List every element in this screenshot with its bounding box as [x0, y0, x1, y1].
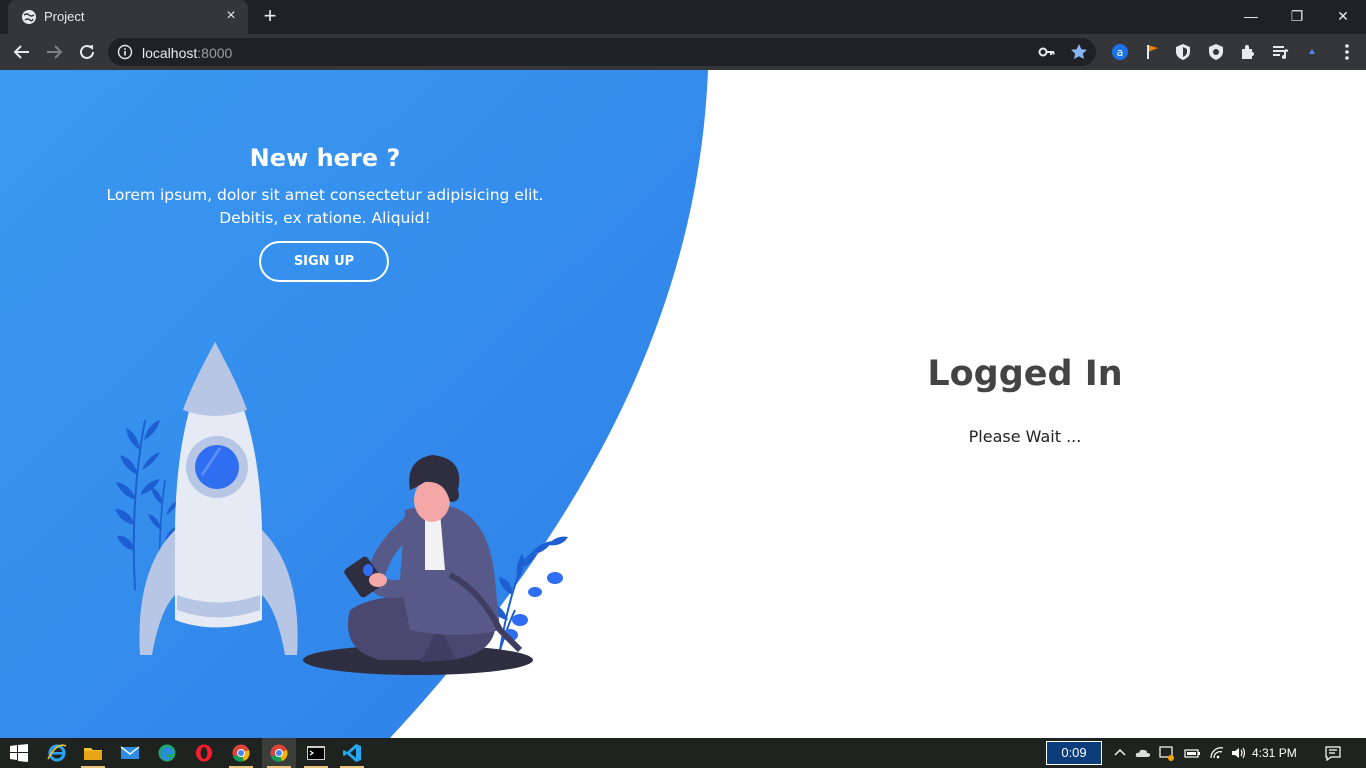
new-here-title: New here ? [249, 144, 401, 172]
chrome-alt-icon[interactable] [230, 742, 252, 764]
update-icon[interactable] [1158, 744, 1176, 762]
minimize-button[interactable]: — [1236, 5, 1266, 27]
person-with-phone-icon [303, 455, 533, 675]
svg-text:a: a [1117, 46, 1124, 59]
star-icon[interactable] [1069, 42, 1089, 62]
volume-icon[interactable] [1230, 744, 1248, 762]
sign-up-button[interactable]: SIGN UP [259, 241, 389, 282]
extension-a-icon[interactable]: a [1110, 42, 1130, 62]
forward-arrow-icon[interactable] [42, 40, 66, 64]
tab-close-button[interactable]: × [222, 7, 240, 25]
page-content: New here ? Lorem ipsum, dolor sit amet c… [0, 70, 1366, 738]
extension-flag-icon[interactable] [1143, 42, 1163, 62]
privacy-badger-icon[interactable] [1206, 42, 1226, 62]
logged-in-title: Logged In [927, 354, 1123, 394]
new-here-description: Lorem ipsum, dolor sit amet consectetur … [106, 186, 544, 227]
notifications-icon[interactable] [1324, 744, 1342, 762]
wifi-icon[interactable] [1208, 744, 1226, 762]
back-arrow-icon[interactable] [10, 40, 34, 64]
reload-icon[interactable] [75, 40, 99, 64]
browser-tabbar: Project × + — ❐ ✕ [0, 0, 1366, 34]
new-tab-button[interactable]: + [258, 5, 282, 29]
chevron-up-icon[interactable] [1111, 744, 1129, 762]
extension-triangle-icon[interactable] [1302, 42, 1322, 62]
clock[interactable]: 4:31 PM [1252, 746, 1297, 760]
onedrive-icon[interactable] [1134, 744, 1152, 762]
shield-icon[interactable] [1173, 42, 1193, 62]
timer-badge[interactable]: 0:09 [1046, 741, 1102, 765]
vscode-icon[interactable] [341, 742, 363, 764]
mail-icon[interactable] [119, 742, 141, 764]
command-prompt-icon[interactable] [305, 742, 327, 764]
url-text: localhost:8000 [142, 45, 232, 61]
key-icon[interactable] [1037, 42, 1057, 62]
browser-toolbar: localhost:8000 a [0, 34, 1366, 70]
rocket-illustration [115, 342, 568, 675]
globe-icon [22, 10, 36, 24]
media-queue-icon[interactable] [1270, 42, 1290, 62]
chrome-icon[interactable] [268, 742, 290, 764]
browser-tab[interactable]: Project × [8, 0, 248, 34]
url-host: localhost [142, 45, 198, 61]
windows-taskbar: 0:09 4:31 PM [0, 738, 1366, 768]
address-bar[interactable]: localhost:8000 [108, 38, 1096, 66]
internet-explorer-icon[interactable] [46, 742, 68, 764]
puzzle-icon[interactable] [1238, 42, 1258, 62]
tab-title: Project [44, 9, 85, 24]
battery-icon[interactable] [1183, 744, 1201, 762]
restore-button[interactable]: ❐ [1282, 5, 1312, 27]
windows-start-icon[interactable] [8, 742, 30, 764]
edge-icon[interactable] [156, 742, 178, 764]
info-icon[interactable] [117, 44, 133, 60]
close-window-button[interactable]: ✕ [1328, 5, 1358, 27]
file-explorer-icon[interactable] [82, 742, 104, 764]
opera-icon[interactable] [193, 742, 215, 764]
please-wait-text: Please Wait ... [968, 427, 1082, 446]
menu-dots-icon[interactable] [1337, 42, 1357, 62]
url-port: :8000 [197, 45, 233, 61]
